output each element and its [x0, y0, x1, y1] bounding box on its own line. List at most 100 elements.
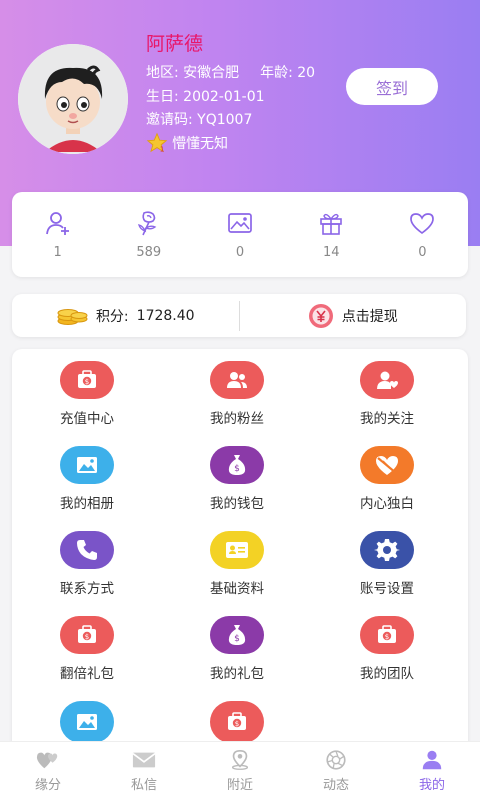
heart-icon: [410, 213, 435, 235]
tab-label: 缘分: [34, 778, 61, 793]
region-value: 安徽合肥: [183, 65, 240, 81]
phone-icon: [60, 531, 114, 569]
age-value: 20: [297, 65, 316, 81]
svg-text:$: $: [234, 464, 240, 474]
avatar[interactable]: [18, 44, 128, 154]
checkin-button[interactable]: 签到: [346, 68, 438, 105]
svg-text:$: $: [235, 720, 239, 728]
stat-value: 589: [136, 245, 162, 260]
gear-icon: [360, 531, 414, 569]
menu-item[interactable]: 我的关注: [312, 361, 462, 427]
menu-item[interactable]: $ 我的钱包: [162, 446, 312, 512]
menu-item[interactable]: 联系方式: [12, 531, 162, 597]
menu-item[interactable]: $ 我的礼包: [162, 616, 312, 682]
menu-item-label: 充值中心: [60, 411, 114, 427]
user-icon: [422, 750, 442, 770]
birthday-label: 生日:: [146, 89, 179, 105]
album-icon: [60, 446, 114, 484]
svg-text:$: $: [85, 633, 89, 641]
stat-photos[interactable]: 0: [194, 192, 285, 277]
stat-value: 1: [53, 245, 62, 260]
location-icon: [231, 749, 249, 770]
menu-item[interactable]: $ 我的团队: [312, 616, 462, 682]
star-level-icon: 1: [146, 132, 168, 153]
menu-item[interactable]: 我的粉丝: [162, 361, 312, 427]
menu-item-label: 我的关注: [360, 411, 414, 427]
gift-icon: [320, 213, 343, 235]
album-icon: [60, 701, 114, 743]
add-user-icon: [45, 212, 69, 235]
bottom-tab-bar: 缘分 私信 附近 动态 我的: [0, 741, 480, 800]
menu-item-label: 内心独白: [360, 496, 414, 512]
profile-page: 阿萨德 地区: 安徽合肥 年龄: 20 生日: 2002-01-01 邀请码: …: [0, 0, 480, 800]
stat-value: 14: [322, 245, 340, 260]
tab-label: 动态: [322, 778, 349, 793]
region-label: 地区:: [146, 65, 179, 81]
points-balance[interactable]: 积分: 1728.40: [12, 294, 239, 337]
menu-item-label: 我的团队: [360, 666, 414, 682]
stat-likes[interactable]: 0: [377, 192, 468, 277]
points-value: 1728.40: [136, 307, 195, 324]
fans-icon: [210, 361, 264, 399]
tab-messages[interactable]: 私信: [96, 742, 192, 800]
withdraw-button[interactable]: 点击提现: [240, 294, 467, 337]
menu-card: $ 充值中心 我的粉丝 我的关注我的相册 $ 我的钱包 内心独白联系方式 基础资料 账号设置 $ 翻…: [12, 349, 468, 769]
picture-icon: [228, 213, 252, 233]
rose-icon: [137, 211, 157, 236]
wallet-icon: $: [210, 701, 264, 743]
tab-label: 附近: [226, 778, 253, 793]
points-card: 积分: 1728.40 点击提现: [12, 294, 466, 337]
tab-moments[interactable]: 动态: [288, 742, 384, 800]
points-label: 积分:: [95, 308, 129, 325]
svg-text:1: 1: [160, 144, 165, 153]
stat-value: 0: [418, 245, 427, 260]
menu-grid: $ 充值中心 我的粉丝 我的关注我的相册 $ 我的钱包 内心独白联系方式 基础资料 账号设置 $ 翻…: [12, 361, 468, 767]
stat-value: 0: [235, 245, 245, 260]
follow-icon: [360, 361, 414, 399]
birthday-value: 2002-01-01: [183, 89, 265, 105]
svg-text:$: $: [85, 378, 89, 386]
coins-icon: [57, 308, 88, 325]
hearts-icon: [36, 752, 58, 769]
svg-text:$: $: [234, 634, 240, 644]
invite-code: YQ1007: [197, 112, 253, 128]
wallet-icon: $: [60, 361, 114, 399]
aperture-icon: [326, 750, 346, 770]
menu-item[interactable]: 账号设置: [312, 531, 462, 597]
menu-item-label: 联系方式: [60, 581, 114, 597]
menu-item[interactable]: $ 充值中心: [12, 361, 162, 427]
menu-item[interactable]: 我的相册: [12, 446, 162, 512]
broken-heart-icon: [360, 446, 414, 484]
wallet-icon: $: [60, 616, 114, 654]
profile-name: 阿萨德: [146, 33, 204, 55]
age-label: 年龄:: [260, 65, 293, 81]
menu-item[interactable]: 内心独白: [312, 446, 462, 512]
invite-label: 邀请码:: [146, 112, 193, 128]
id-card-icon: [210, 531, 264, 569]
region-age-line: 地区: 安徽合肥 年龄: 20: [146, 62, 315, 82]
level-title: 懵懂无知: [172, 136, 228, 152]
wallet-icon: $: [360, 616, 414, 654]
stats-card: 1 589 0 14 0: [12, 192, 468, 277]
menu-item[interactable]: $ 翻倍礼包: [12, 616, 162, 682]
menu-item-label: 基础资料: [210, 581, 264, 597]
tab-label: 我的: [418, 778, 445, 793]
money-bag-icon: $: [210, 446, 264, 484]
menu-item-label: 翻倍礼包: [60, 666, 114, 682]
cartoon-boy-avatar-icon: [18, 44, 128, 154]
birthday-line: 生日: 2002-01-01: [146, 86, 265, 106]
menu-item-label: 我的相册: [60, 496, 114, 512]
invite-line: 邀请码: YQ1007: [146, 109, 252, 129]
tab-mine[interactable]: 我的: [384, 742, 480, 800]
stat-roses[interactable]: 589: [103, 192, 194, 277]
tab-label: 私信: [130, 778, 157, 793]
stat-gifts[interactable]: 14: [286, 192, 377, 277]
menu-item-label: 账号设置: [360, 581, 414, 597]
tab-fate[interactable]: 缘分: [0, 742, 96, 800]
menu-item-label: 我的礼包: [210, 666, 264, 682]
tab-nearby[interactable]: 附近: [192, 742, 288, 800]
stat-followers[interactable]: 1: [12, 192, 103, 277]
menu-item-label: 我的粉丝: [210, 411, 264, 427]
menu-item[interactable]: 基础资料: [162, 531, 312, 597]
yuan-coin-icon: [308, 303, 333, 328]
